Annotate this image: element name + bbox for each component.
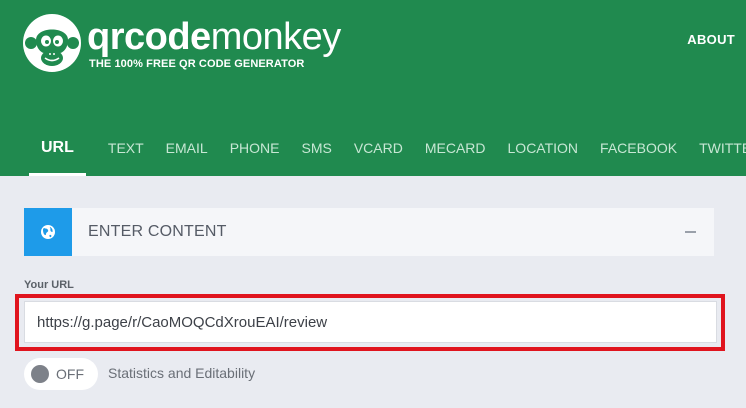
brand: qrcodemonkey THE 100% FREE QR CODE GENER… xyxy=(87,17,341,70)
url-input[interactable] xyxy=(24,301,717,343)
brand-name-light: monkey xyxy=(210,16,342,58)
about-link[interactable]: ABOUT xyxy=(687,32,735,47)
content-type-tabs: URL TEXT EMAIL PHONE SMS VCARD MECARD LO… xyxy=(0,128,746,176)
tab-vcard[interactable]: VCARD xyxy=(354,128,403,176)
tab-mecard[interactable]: MECARD xyxy=(425,128,486,176)
tab-twitter[interactable]: TWITTER xyxy=(699,128,746,176)
globe-icon xyxy=(41,225,55,239)
statistics-label: Statistics and Editability xyxy=(108,365,256,381)
brand-tagline: THE 100% FREE QR CODE GENERATOR xyxy=(89,58,305,70)
tab-facebook[interactable]: FACEBOOK xyxy=(600,128,677,176)
site-logo[interactable]: qrcodemonkey THE 100% FREE QR CODE GENER… xyxy=(22,13,341,73)
tab-phone[interactable]: PHONE xyxy=(230,128,280,176)
panel-title: ENTER CONTENT xyxy=(88,223,227,240)
tab-sms[interactable]: SMS xyxy=(301,128,331,176)
brand-name-bold: qrcode xyxy=(87,16,211,58)
tab-location[interactable]: LOCATION xyxy=(508,128,579,176)
tab-url[interactable]: URL xyxy=(29,128,86,176)
brand-name: qrcodemonkey xyxy=(87,17,341,57)
minus-icon[interactable] xyxy=(685,231,696,233)
toggle-knob xyxy=(31,365,49,383)
globe-icon-box xyxy=(24,208,72,256)
url-field-label: Your URL xyxy=(24,279,74,291)
monkey-face-icon xyxy=(23,14,81,72)
toggle-state-label: OFF xyxy=(56,366,84,382)
site-header: qrcodemonkey THE 100% FREE QR CODE GENER… xyxy=(0,0,746,176)
tab-email[interactable]: EMAIL xyxy=(166,128,208,176)
enter-content-panel-header[interactable]: ENTER CONTENT xyxy=(24,208,714,256)
statistics-toggle[interactable]: OFF xyxy=(24,358,98,390)
tab-text[interactable]: TEXT xyxy=(108,128,144,176)
